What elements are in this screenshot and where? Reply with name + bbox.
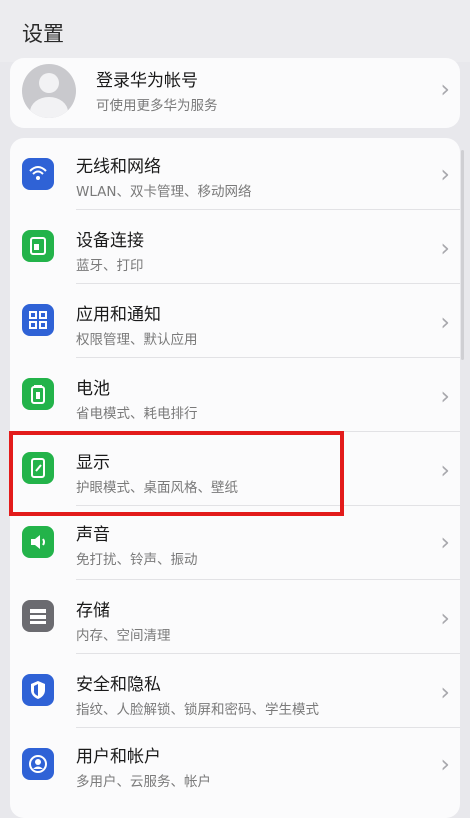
- settings-item-sub: 免打扰、铃声、振动: [76, 552, 198, 568]
- chevron-right-icon: ›: [440, 234, 450, 262]
- settings-item-label: 设备连接: [76, 231, 144, 251]
- chevron-right-icon: ›: [440, 678, 450, 706]
- settings-item-sub: WLAN、双卡管理、移动网络: [76, 184, 252, 200]
- settings-item-sub: 多用户、云服务、帐户: [76, 774, 211, 790]
- chevron-right-icon: ›: [440, 382, 450, 410]
- wifi-icon: [22, 158, 54, 190]
- scrollbar[interactable]: [461, 150, 464, 360]
- chevron-right-icon: ›: [440, 604, 450, 632]
- settings-item-label: 无线和网络: [76, 157, 161, 177]
- chevron-right-icon: ›: [440, 308, 450, 336]
- battery-icon: [22, 378, 54, 410]
- settings-item-sub: 内存、空间清理: [76, 628, 171, 644]
- highlight-box: [9, 431, 344, 516]
- account-card[interactable]: 登录华为帐号 可使用更多华为服务 ›: [10, 58, 460, 128]
- settings-item-security[interactable]: 安全和隐私 指纹、人脸解锁、锁屏和密码、学生模式 ›: [10, 654, 460, 728]
- settings-item-apps-notifications[interactable]: 应用和通知 权限管理、默认应用 ›: [10, 284, 460, 358]
- settings-item-storage[interactable]: 存储 内存、空间清理 ›: [10, 580, 460, 654]
- chevron-right-icon: ›: [440, 75, 450, 103]
- settings-item-label: 存储: [76, 601, 110, 621]
- page-title: 设置: [22, 22, 64, 46]
- settings-item-label: 应用和通知: [76, 305, 161, 325]
- settings-item-users[interactable]: 用户和帐户 多用户、云服务、帐户 ›: [10, 728, 460, 802]
- settings-item-label: 用户和帐户: [76, 747, 161, 767]
- chevron-right-icon: ›: [440, 750, 450, 778]
- header: 设置: [0, 0, 470, 62]
- speaker-icon: [22, 526, 54, 558]
- shield-icon: [22, 674, 54, 706]
- settings-item-sub: 指纹、人脸解锁、锁屏和密码、学生模式: [76, 702, 319, 718]
- chevron-right-icon: ›: [440, 528, 450, 556]
- chevron-right-icon: ›: [440, 456, 450, 484]
- account-title: 登录华为帐号: [96, 71, 198, 91]
- settings-item-label: 声音: [76, 525, 110, 545]
- apps-grid-icon: [22, 304, 54, 336]
- settings-item-sub: 权限管理、默认应用: [76, 332, 198, 348]
- settings-item-label: 安全和隐私: [76, 675, 161, 695]
- settings-item-device-connection[interactable]: 设备连接 蓝牙、打印 ›: [10, 210, 460, 284]
- settings-item-sub: 省电模式、耗电排行: [76, 406, 198, 422]
- storage-icon: [22, 600, 54, 632]
- device-connect-icon: [22, 230, 54, 262]
- settings-item-wireless[interactable]: 无线和网络 WLAN、双卡管理、移动网络 ›: [10, 138, 460, 210]
- settings-item-sound[interactable]: 声音 免打扰、铃声、振动 ›: [10, 506, 460, 580]
- account-subtitle: 可使用更多华为服务: [96, 98, 218, 114]
- user-account-icon: [22, 748, 54, 780]
- chevron-right-icon: ›: [440, 160, 450, 188]
- settings-item-sub: 蓝牙、打印: [76, 258, 144, 274]
- settings-item-label: 电池: [76, 379, 110, 399]
- settings-item-battery[interactable]: 电池 省电模式、耗电排行 ›: [10, 358, 460, 432]
